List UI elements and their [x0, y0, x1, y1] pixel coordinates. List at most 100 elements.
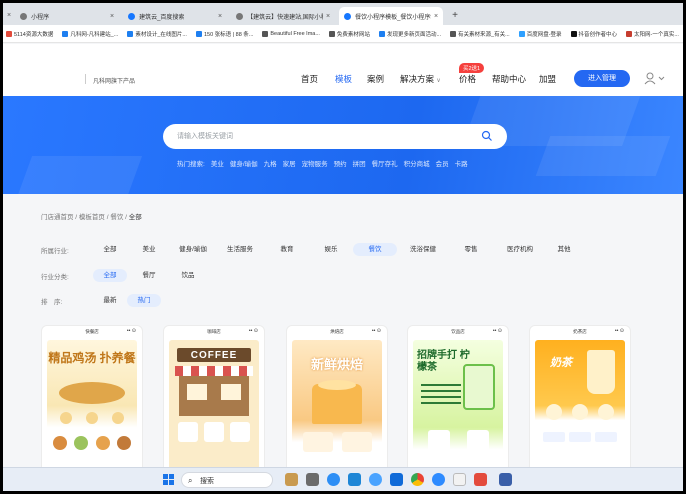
- hot-search-word[interactable]: 家居: [283, 161, 296, 168]
- template-card[interactable]: 咖啡店 •• ⊙ COFFEE: [163, 325, 265, 485]
- nav-help-center[interactable]: 帮助中心: [492, 73, 526, 85]
- template-card[interactable]: 烘焙店 •• ⊙ 新鲜烘焙: [286, 325, 388, 485]
- app-icon[interactable]: [390, 473, 403, 486]
- browser-tab[interactable]: 建筑云_百度搜索 ×: [123, 7, 227, 25]
- bookmark-item[interactable]: 百度网盘-登录: [518, 30, 562, 38]
- filter-option[interactable]: 生活服务: [215, 243, 265, 256]
- task-view-icon[interactable]: [306, 473, 319, 486]
- filter-option[interactable]: 热门: [127, 294, 161, 307]
- breadcrumb-link[interactable]: 模板首页: [79, 214, 105, 221]
- filter-option[interactable]: 美业: [127, 243, 171, 256]
- filter-option[interactable]: 健身/瑜伽: [171, 243, 215, 256]
- browser-tab[interactable]: 【建筑云】快速建站,国际小程序 ×: [231, 7, 335, 25]
- filter-option[interactable]: 最新: [93, 294, 127, 307]
- tab-close-icon[interactable]: ×: [434, 13, 438, 20]
- template-card[interactable]: 快餐店 •• ⊙ 精品鸡汤 扑养餐: [41, 325, 143, 485]
- template-search-input[interactable]: [177, 130, 467, 143]
- bookmark-item[interactable]: 凡科网-凡科建站_...: [62, 30, 118, 38]
- nav-pricing[interactable]: 价格: [459, 73, 476, 85]
- bookmark-label: 5114资源大数据: [14, 31, 54, 38]
- filter-option[interactable]: 全部: [93, 243, 127, 256]
- user-avatar-icon[interactable]: [644, 71, 666, 85]
- dish-image: [95, 436, 110, 450]
- site-logo[interactable]: 凡科网旗下产品: [93, 76, 135, 85]
- filter-option[interactable]: 餐饮: [353, 243, 397, 256]
- category-filter: 行业分类: 全部 餐厅 饮品: [41, 269, 205, 282]
- bookmark-label: 凡科网-凡科建站_...: [70, 31, 119, 38]
- filter-option[interactable]: 娱乐: [309, 243, 353, 256]
- template-card[interactable]: 饮品店 •• ⊙ 招牌手打 柠檬茶: [407, 325, 509, 485]
- bookmark-item[interactable]: 抖音创作者中心: [570, 30, 617, 38]
- bookmark-item[interactable]: 有关素材来源_有关...: [450, 30, 510, 38]
- bookmark-item[interactable]: 免费素材网站: [328, 30, 370, 38]
- card-phone-header: 咖啡店 •• ⊙: [164, 326, 264, 337]
- tab-title: 建筑云_百度搜索: [139, 14, 185, 21]
- close-icon[interactable]: ×: [7, 7, 11, 25]
- edge-icon[interactable]: [327, 473, 340, 486]
- nav-home[interactable]: 首页: [301, 73, 318, 85]
- enter-management-button[interactable]: 进入管理: [574, 70, 630, 87]
- filter-option[interactable]: 医疗机构: [493, 243, 547, 256]
- nav-cases[interactable]: 案例: [367, 73, 384, 85]
- bookmark-item[interactable]: 素材设计_在线图片...: [127, 30, 187, 38]
- hot-search-word[interactable]: 美业: [211, 161, 224, 168]
- tab-close-icon[interactable]: ×: [218, 13, 222, 20]
- hot-search-word[interactable]: 会员: [436, 161, 449, 168]
- breadcrumb-link[interactable]: 门店通首页: [41, 214, 74, 221]
- bookmark-item[interactable]: Beautiful Free Ima...: [262, 30, 320, 37]
- tab-title: 小程序: [31, 14, 50, 21]
- filter-option[interactable]: 饮品: [171, 269, 205, 282]
- hot-search-word[interactable]: 健身/瑜伽: [230, 161, 258, 168]
- app-icon[interactable]: [285, 473, 298, 486]
- bookmark-item[interactable]: 发现更多新页面活动...: [378, 30, 441, 38]
- hot-search-word[interactable]: 拼团: [353, 161, 366, 168]
- browser-tab[interactable]: 小程序 ×: [15, 7, 119, 25]
- bookmark-favicon-icon: [378, 30, 385, 37]
- hot-search-words: 热门搜索: 美业 健身/瑜伽 九格 家居 宠物服务 预约 拼团 餐厅存礼 积分商城 会员 卡路: [177, 158, 474, 168]
- browser-tab-active[interactable]: 餐饮小程序模板_餐饮小程序制作 ×: [339, 7, 444, 25]
- bookmark-favicon-icon: [328, 30, 335, 37]
- tab-close-icon[interactable]: ×: [110, 13, 114, 20]
- wps-icon[interactable]: [474, 473, 487, 486]
- hot-search-word[interactable]: 宠物服务: [302, 161, 328, 168]
- filter-option[interactable]: 其他: [547, 243, 581, 256]
- bookmark-item[interactable]: 5114资源大数据: [6, 30, 53, 38]
- bookmark-label: Beautiful Free Ima...: [270, 30, 320, 37]
- card-header-label: 咖啡店: [207, 329, 221, 334]
- app-icon[interactable]: [453, 473, 466, 486]
- hot-search-word[interactable]: 卡路: [455, 161, 468, 168]
- breadcrumb-link[interactable]: 餐饮: [110, 214, 123, 221]
- template-search-box[interactable]: [163, 124, 507, 149]
- taskbar-search[interactable]: ⌕ 搜索: [181, 472, 273, 488]
- filter-option[interactable]: 零售: [449, 243, 493, 256]
- filter-option[interactable]: 教育: [265, 243, 309, 256]
- bookmark-item[interactable]: 150 张标语 | 88 条...: [195, 30, 253, 38]
- search-icon[interactable]: [481, 130, 493, 142]
- browser-tab-strip: × 小程序 × 建筑云_百度搜索 × 【建筑云】快速建站,国际小程序 × 餐饮小…: [3, 3, 683, 25]
- cake-image: [312, 384, 362, 424]
- filter-option[interactable]: 全部: [93, 269, 127, 282]
- windows-start-icon[interactable]: [163, 474, 175, 486]
- template-card[interactable]: 奶茶店 •• ⊙ 奶茶: [529, 325, 631, 485]
- hot-search-word[interactable]: 积分商城: [404, 161, 430, 168]
- chrome-icon[interactable]: [411, 473, 424, 486]
- hot-search-word[interactable]: 九格: [264, 161, 277, 168]
- hot-search-word[interactable]: 预约: [334, 161, 347, 168]
- hot-search-word[interactable]: 餐厅存礼: [372, 161, 398, 168]
- filter-option[interactable]: 餐厅: [127, 269, 171, 282]
- icon: [427, 430, 450, 452]
- app-icon[interactable]: [348, 473, 361, 486]
- awning: [175, 366, 253, 376]
- tab-close-icon[interactable]: ×: [326, 13, 330, 20]
- nav-join[interactable]: 加盟: [539, 73, 556, 85]
- app-icon[interactable]: [432, 473, 445, 486]
- bookmark-item[interactable]: 太阳网-一个真实...: [626, 30, 679, 38]
- app-icon[interactable]: [499, 473, 512, 486]
- app-icon[interactable]: [369, 473, 382, 486]
- tag: [595, 432, 617, 442]
- sort-filter: 排 序: 最新 热门: [41, 294, 161, 307]
- new-tab-button[interactable]: +: [447, 7, 463, 25]
- nav-solutions[interactable]: 解决方案 ∨: [400, 73, 441, 85]
- filter-option[interactable]: 洗浴保健: [397, 243, 449, 256]
- nav-templates[interactable]: 模板: [335, 73, 352, 85]
